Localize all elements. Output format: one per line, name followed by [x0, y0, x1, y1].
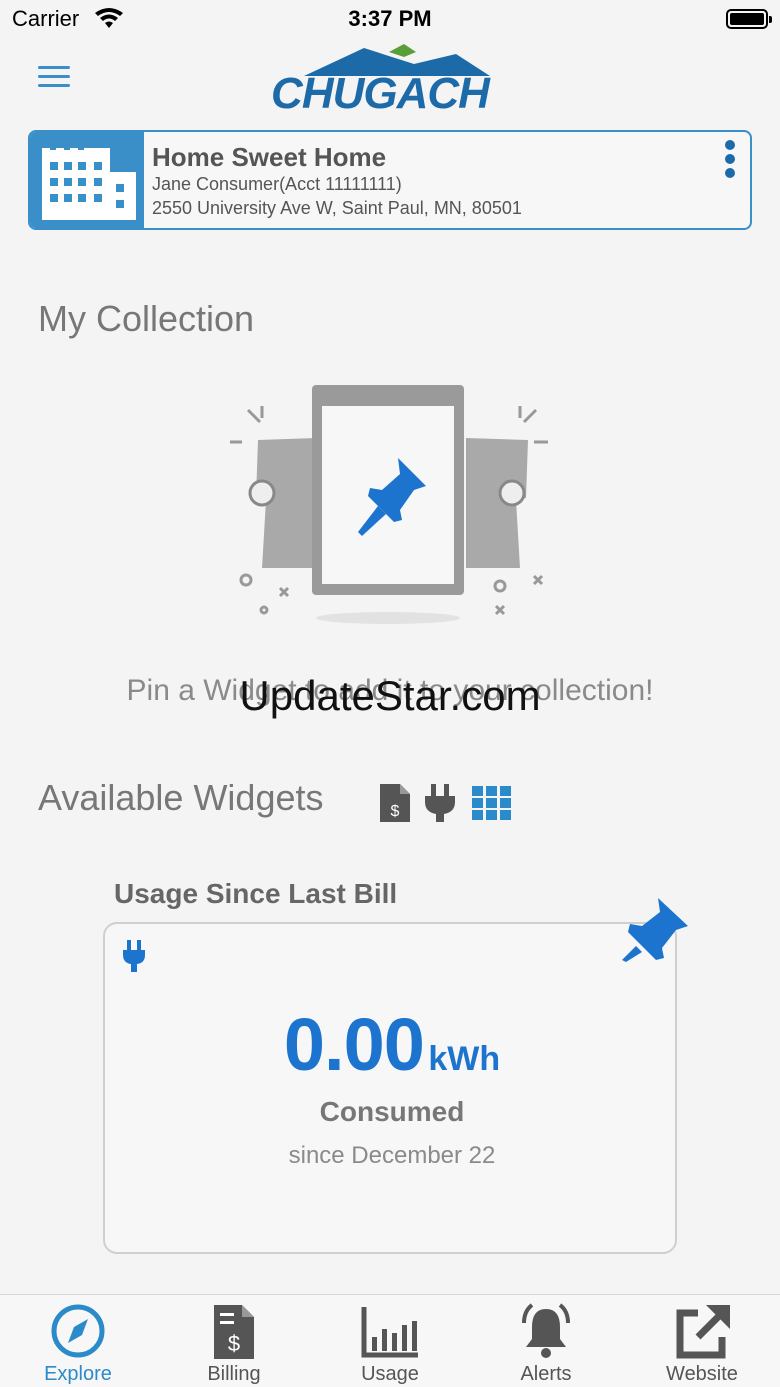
compass-icon	[51, 1304, 105, 1358]
building-icon-box	[30, 132, 144, 228]
usage-value: 0.00	[283, 1003, 425, 1086]
tab-label: Usage	[361, 1363, 419, 1385]
collection-title: My Collection	[38, 298, 255, 339]
plug-icon[interactable]	[420, 782, 460, 824]
chugach-logo: CHUGACH	[264, 42, 496, 116]
plug-icon	[123, 940, 145, 972]
available-widgets-title: Available Widgets	[38, 777, 324, 818]
watermark: UpdateStar.com	[239, 672, 541, 719]
tab-usage[interactable]: Usage	[312, 1295, 468, 1387]
svg-text:$: $	[228, 1331, 240, 1356]
account-card[interactable]: Home Sweet Home Jane Consumer(Acct 11111…	[28, 130, 752, 230]
external-link-icon	[676, 1305, 730, 1359]
building-icon	[42, 140, 136, 220]
logo-wordmark: CHUGACH	[271, 69, 490, 118]
status-time: 3:37 PM	[348, 6, 432, 31]
billing-doc-icon[interactable]: $	[374, 782, 414, 824]
account-address: 2550 University Ave W, Saint Paul, MN, 8…	[152, 198, 522, 218]
tab-alerts[interactable]: Alerts	[468, 1295, 624, 1387]
pin-icon[interactable]	[622, 896, 692, 962]
tab-bar: Explore $ Billing Usage Alerts Website	[0, 1294, 780, 1387]
usage-label: Consumed	[319, 1096, 465, 1127]
billing-icon: $	[214, 1305, 254, 1359]
usage-unit: kWh	[428, 1040, 501, 1078]
tab-label: Website	[666, 1363, 738, 1385]
bell-icon	[522, 1303, 570, 1358]
grid-icon[interactable]	[472, 782, 512, 824]
account-holder: Jane Consumer(Acct 11111111)	[152, 174, 402, 194]
svg-text:$: $	[391, 803, 400, 820]
account-name: Home Sweet Home	[152, 142, 387, 172]
pin-widget-illustration	[230, 385, 548, 624]
tab-label: Billing	[207, 1363, 261, 1385]
usage-widget-card[interactable]: 0.00 kWh Consumed since December 22	[103, 922, 677, 1254]
widget-heading: Usage Since Last Bill	[114, 878, 398, 909]
usage-since-date: since December 22	[288, 1142, 496, 1169]
bar-chart-icon	[361, 1307, 418, 1358]
account-options-icon[interactable]	[718, 140, 742, 180]
usage-row: 0.00 kWh	[105, 1002, 679, 1087]
tab-website[interactable]: Website	[624, 1295, 780, 1387]
status-bar: Carrier 3:37 PM	[0, 0, 780, 40]
battery-icon	[726, 9, 772, 29]
tab-label: Alerts	[520, 1363, 572, 1385]
tab-billing[interactable]: $ Billing	[156, 1295, 312, 1387]
tab-explore[interactable]: Explore	[0, 1295, 156, 1387]
hamburger-menu-button[interactable]	[38, 66, 70, 94]
tab-label: Explore	[44, 1363, 112, 1385]
